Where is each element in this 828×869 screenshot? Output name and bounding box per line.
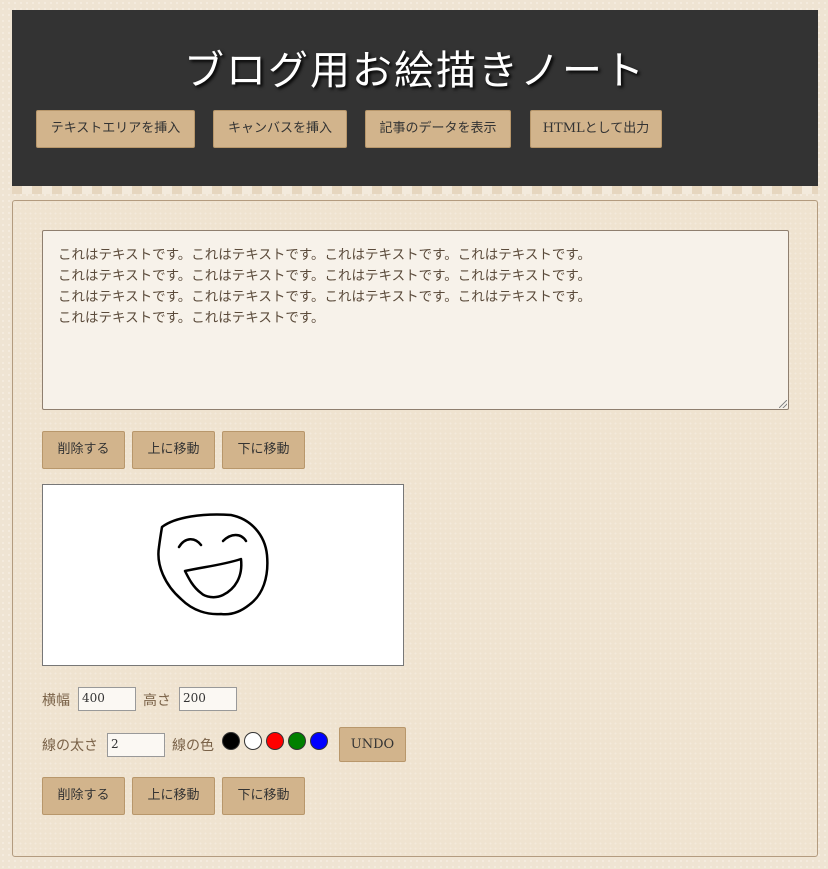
color-green-swatch[interactable] [288, 732, 306, 750]
page-title: ブログ用お絵描きノート [184, 48, 646, 94]
resize-handle[interactable] [779, 400, 787, 408]
move-text-block-down-button[interactable]: 下に移動 [222, 431, 305, 469]
canvas-height-input[interactable]: 200 [179, 687, 237, 711]
line-width-label: 線の太さ [42, 738, 98, 754]
left-eye [177, 538, 203, 549]
smiley-drawing [157, 513, 269, 616]
canvas-width-input[interactable]: 400 [78, 687, 136, 711]
insert-textarea-button[interactable]: テキストエリアを挿入 [36, 110, 195, 148]
undo-button[interactable]: UNDO [339, 727, 406, 762]
right-eye [221, 533, 248, 543]
color-red-swatch[interactable] [266, 732, 284, 750]
move-text-block-up-button[interactable]: 上に移動 [132, 431, 215, 469]
show-article-data-button[interactable]: 記事のデータを表示 [365, 110, 511, 148]
line-color-label: 線の色 [172, 738, 214, 754]
color-blue-swatch[interactable] [310, 732, 328, 750]
export-html-button[interactable]: HTMLとして出力 [530, 110, 662, 148]
article-panel: これはテキストです。これはテキストです。これはテキストです。これはテキストです。… [12, 200, 818, 857]
app-header: ブログ用お絵描きノート テキストエリアを挿入 キャンバスを挿入 記事のデータを表… [12, 10, 818, 186]
text-block-textarea[interactable]: これはテキストです。これはテキストです。これはテキストです。これはテキストです。… [42, 230, 789, 410]
color-white-swatch[interactable] [244, 732, 262, 750]
delete-text-block-button[interactable]: 削除する [42, 431, 125, 469]
face-outline [157, 513, 269, 616]
header-divider [12, 186, 818, 194]
delete-canvas-block-button[interactable]: 削除する [42, 777, 125, 815]
mouth [183, 557, 243, 599]
insert-canvas-button[interactable]: キャンバスを挿入 [213, 110, 347, 148]
move-canvas-block-up-button[interactable]: 上に移動 [132, 777, 215, 815]
canvas-width-label: 横幅 [42, 693, 70, 709]
move-canvas-block-down-button[interactable]: 下に移動 [222, 777, 305, 815]
drawing-canvas[interactable] [42, 484, 404, 666]
line-width-input[interactable]: 2 [107, 733, 165, 757]
color-black-swatch[interactable] [222, 732, 240, 750]
canvas-height-label: 高さ [143, 693, 171, 709]
